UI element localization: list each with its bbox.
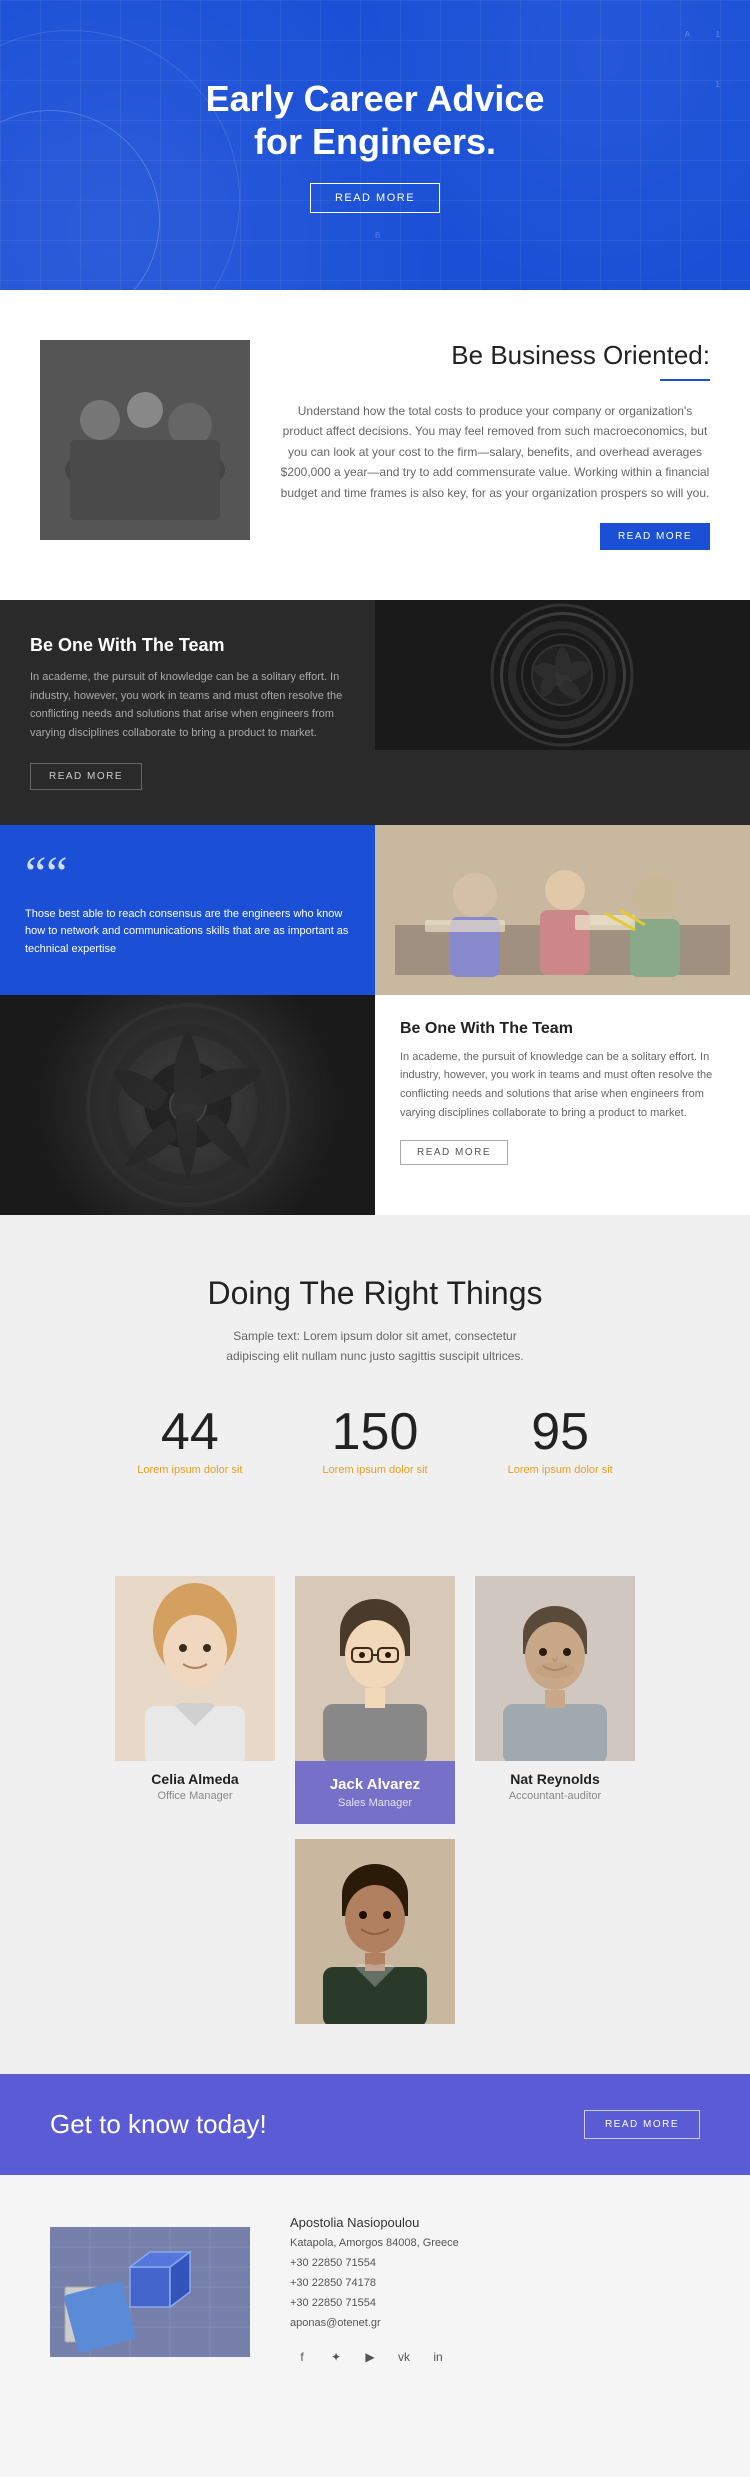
social-twitter-icon[interactable]: ✦ <box>324 2345 348 2369</box>
team-bottom-row <box>60 1839 690 2024</box>
footer-company-name: Apostolia Nasiopoulou <box>290 2215 700 2230</box>
celia-photo <box>115 1576 275 1761</box>
stat-label-1: Lorem ipsum dolor sit <box>137 1464 242 1476</box>
stat-item-2: 150 Lorem ipsum dolor sit <box>322 1406 427 1476</box>
jack-name: Jack Alvarez <box>305 1776 445 1793</box>
stat-label-2: Lorem ipsum dolor sit <box>322 1464 427 1476</box>
stats-row: 44 Lorem ipsum dolor sit 150 Lorem ipsum… <box>40 1406 710 1476</box>
social-youtube-icon[interactable]: ▶ <box>358 2345 382 2369</box>
hero-coord-2: 1 <box>716 80 720 89</box>
business-photo <box>40 340 250 540</box>
middle-bottom-photo <box>295 1839 455 2024</box>
social-vk-icon[interactable]: vk <box>392 2345 416 2369</box>
doing-title: Doing The Right Things <box>40 1275 710 1312</box>
hero-read-more-button[interactable]: READ MORE <box>310 183 440 213</box>
footer-phone-1: +30 22850 71554 <box>290 2254 700 2274</box>
turbine-top-image <box>375 600 750 750</box>
nat-role: Accountant-auditor <box>509 1790 601 1802</box>
footer-phone-2: +30 22850 74178 <box>290 2274 700 2294</box>
team-block2-description: In academe, the pursuit of knowledge can… <box>400 1048 725 1123</box>
hero-title: Early Career Advice for Engineers. <box>206 77 545 163</box>
business-title: Be Business Oriented: <box>280 340 710 371</box>
team-dark-section: Be One With The Team In academe, the pur… <box>0 600 750 1215</box>
hero-coord-b: B <box>375 231 380 240</box>
business-text-area: Be Business Oriented: Understand how the… <box>280 340 710 550</box>
team-text-block-1: Be One With The Team In academe, the pur… <box>0 600 375 825</box>
team-block1-title: Be One With The Team <box>30 635 345 656</box>
turbine-large-image <box>0 995 375 1215</box>
stat-item-1: 44 Lorem ipsum dolor sit <box>137 1406 242 1476</box>
footer-phone-3: +30 22850 71554 <box>290 2294 700 2314</box>
social-facebook-icon[interactable]: f <box>290 2345 314 2369</box>
stat-item-3: 95 Lorem ipsum dolor sit <box>508 1406 613 1476</box>
footer-section: Apostolia Nasiopoulou Katapola, Amorgos … <box>0 2175 750 2409</box>
team-members-section: Celia Almeda Office Manager <box>0 1526 750 2074</box>
team-block2-title: Be One With The Team <box>400 1020 725 1038</box>
hero-content: Early Career Advice for Engineers. READ … <box>206 77 545 213</box>
quote-block: ““ Those best able to reach consensus ar… <box>0 825 375 995</box>
quote-mark-icon: ““ <box>25 850 350 898</box>
stat-number-1: 44 <box>137 1406 242 1458</box>
cta-section: Get to know today! READ MORE <box>0 2074 750 2175</box>
team-block1-description: In academe, the pursuit of knowledge can… <box>30 668 345 743</box>
turbine-large-inner <box>0 995 375 1215</box>
team-text-block-2: Be One With The Team In academe, the pur… <box>375 995 750 1215</box>
team-block1-read-more-button[interactable]: READ MORE <box>30 763 142 790</box>
title-underline <box>660 379 710 381</box>
cta-read-more-button[interactable]: READ MORE <box>584 2110 700 2139</box>
doing-description: Sample text: Lorem ipsum dolor sit amet,… <box>225 1326 525 1367</box>
hero-section: A 1 1 B Early Career Advice for Engineer… <box>0 0 750 290</box>
footer-address: Katapola, Amorgos 84008, Greece +30 2285… <box>290 2234 700 2333</box>
stat-number-3: 95 <box>508 1406 613 1458</box>
nat-name: Nat Reynolds <box>510 1771 599 1787</box>
footer-image <box>50 2227 250 2357</box>
turbine-image-inner <box>375 600 750 750</box>
business-section: Be Business Oriented: Understand how the… <box>0 290 750 600</box>
nat-photo <box>475 1576 635 1761</box>
cta-text: Get to know today! <box>50 2109 267 2140</box>
social-linkedin-icon[interactable]: in <box>426 2345 450 2369</box>
middle-bottom-block <box>285 1839 465 2024</box>
celia-block: Celia Almeda Office Manager <box>105 1576 285 1824</box>
footer-info: Apostolia Nasiopoulou Katapola, Amorgos … <box>290 2215 700 2369</box>
jack-info-block: Jack Alvarez Sales Manager <box>295 1761 455 1824</box>
engineers-image <box>375 825 750 995</box>
footer-email: aponas@otenet.gr <box>290 2314 700 2334</box>
social-icons-row: f ✦ ▶ vk in <box>290 2345 700 2369</box>
celia-name: Celia Almeda <box>151 1771 238 1787</box>
business-read-more-button[interactable]: READ MORE <box>600 523 710 550</box>
footer-address-line1: Katapola, Amorgos 84008, Greece <box>290 2234 700 2254</box>
jack-role: Sales Manager <box>305 1797 445 1809</box>
jack-block: Jack Alvarez Sales Manager <box>285 1576 465 1824</box>
hero-coord-1: 1 <box>716 30 720 39</box>
team-block2-read-more-button[interactable]: READ MORE <box>400 1140 508 1165</box>
quote-text: Those best able to reach consensus are t… <box>25 906 350 959</box>
nat-block: Nat Reynolds Accountant-auditor <box>465 1576 645 1824</box>
hero-coord-a: A <box>685 30 690 39</box>
business-description: Understand how the total costs to produc… <box>280 401 710 503</box>
stat-label-3: Lorem ipsum dolor sit <box>508 1464 613 1476</box>
celia-role: Office Manager <box>157 1790 232 1802</box>
doing-section: Doing The Right Things Sample text: Lore… <box>0 1215 750 1527</box>
stat-number-2: 150 <box>322 1406 427 1458</box>
jack-photo <box>295 1576 455 1761</box>
